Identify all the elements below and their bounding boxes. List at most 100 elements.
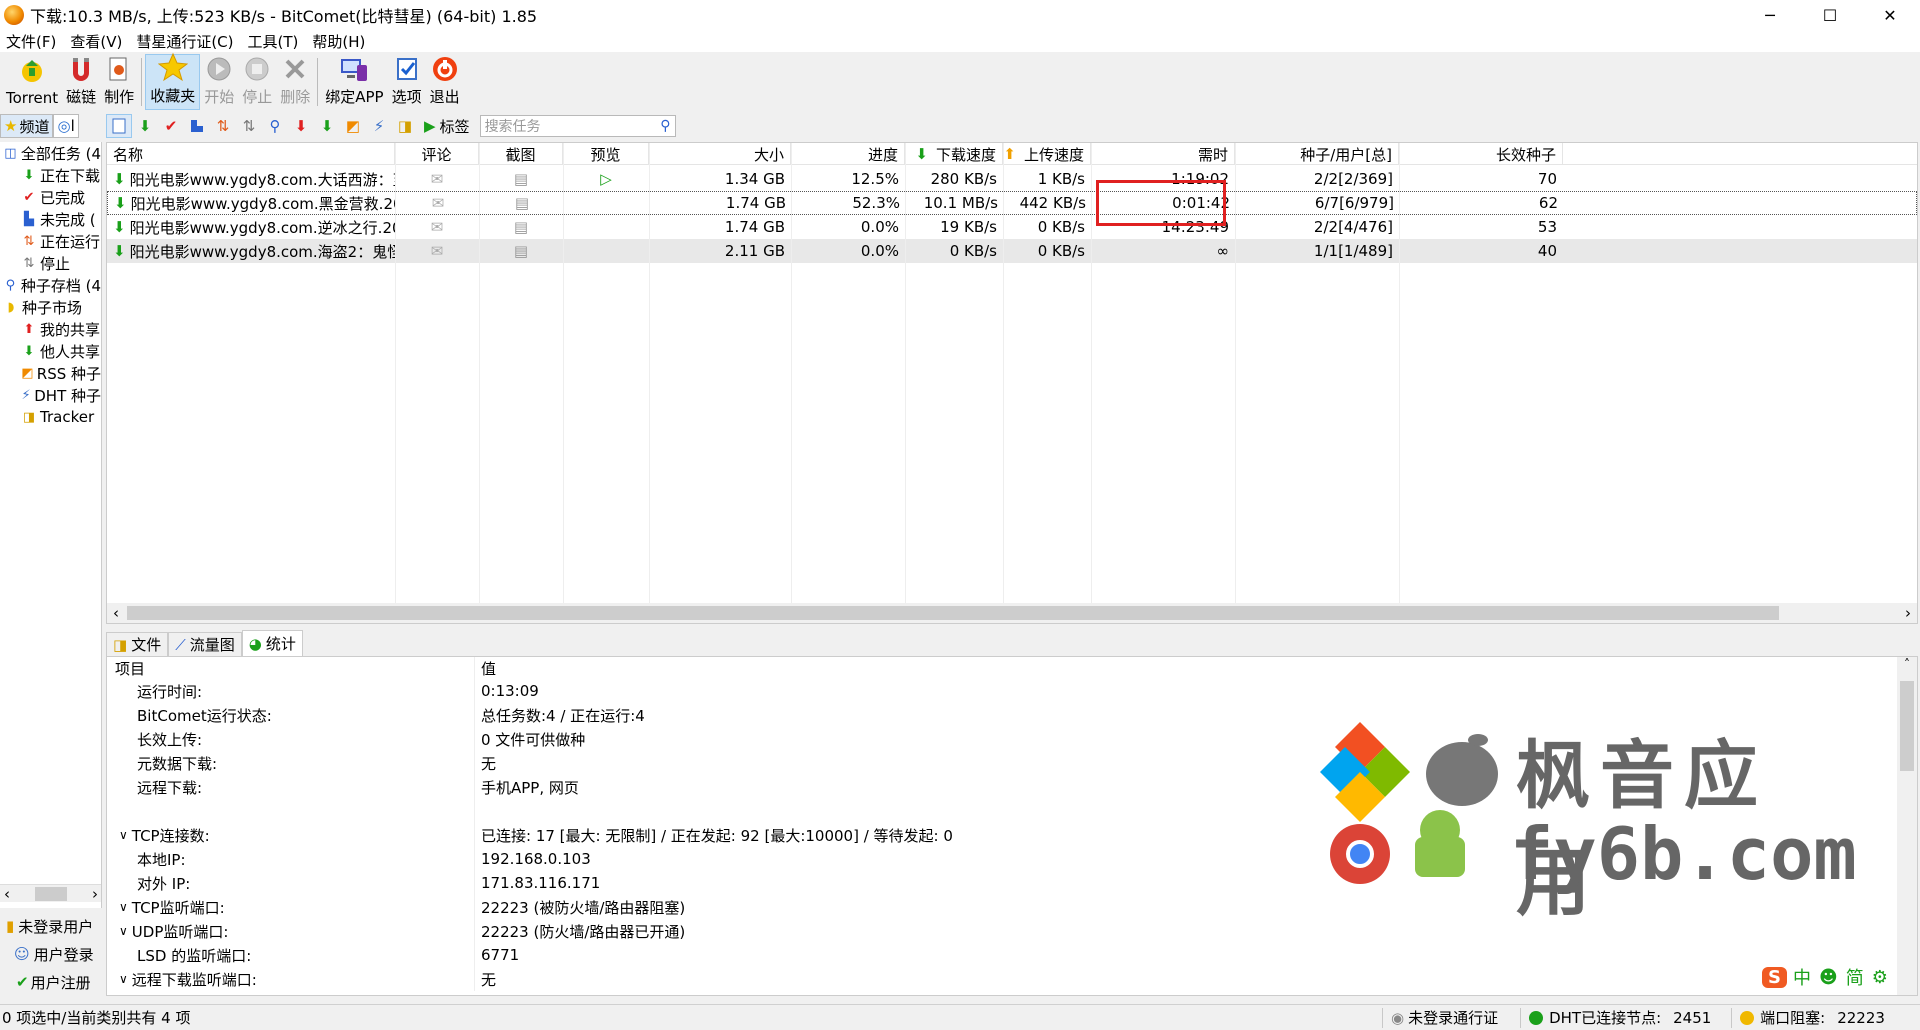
sidebar-item[interactable]: ◩ RSS 种子	[0, 362, 101, 384]
sidebar-item[interactable]: ⬇ 正在下载	[0, 164, 101, 186]
delete-button[interactable]: 删除	[276, 54, 314, 110]
column-header-name[interactable]: 名称	[107, 143, 395, 165]
statistics-row[interactable]: 运行时间: 0:13:09	[107, 679, 1917, 703]
bind-app-button[interactable]: 绑定APP	[321, 54, 387, 110]
task-cell-preview[interactable]	[564, 191, 650, 215]
ime-emoji-icon[interactable]: ☻	[1819, 967, 1838, 988]
task-cell-preview[interactable]	[563, 239, 649, 263]
task-cell-screenshot[interactable]: ▤	[479, 239, 563, 263]
make-torrent-button[interactable]: 制作	[100, 54, 138, 110]
column-header-download-speed[interactable]: ⬇ 下载速度	[905, 143, 1003, 165]
tag-button[interactable]: ▶ 标签	[424, 116, 470, 137]
task-row[interactable]: ⬇阳光电影www.ygdy8.com.大话西游：至尊宝.... ✉ ▤ ▷ 1.34 G…	[107, 167, 1917, 191]
sidebar-item[interactable]: ⬇ 他人共享	[0, 340, 101, 362]
rss-filter-icon[interactable]: ◩	[340, 114, 366, 138]
sidebar-hscrollbar[interactable]: ‹ ›	[0, 884, 101, 903]
task-list-scroll-thumb[interactable]	[127, 606, 1779, 620]
column-header-size[interactable]: 大小	[649, 143, 791, 165]
start-button[interactable]: 开始	[200, 54, 238, 110]
ime-toolbar[interactable]: S 中 ☻ 简 ⚙	[1758, 960, 1892, 994]
tracker-filter-icon[interactable]: ◨	[392, 114, 418, 138]
search-icon[interactable]: ⚲	[660, 118, 670, 134]
task-cell-comment[interactable]: ✉	[395, 239, 479, 263]
exit-button[interactable]: 退出	[426, 54, 464, 110]
chevron-down-icon[interactable]: ∨	[119, 900, 128, 914]
column-header-eta[interactable]: 需时	[1091, 143, 1235, 165]
maximize-button[interactable]: ☐	[1800, 0, 1860, 30]
statistics-row[interactable]: ∨ TCP监听端口: 22223 (被防火墙/路由器阻塞)	[107, 895, 1917, 919]
search-input[interactable]: 搜索任务 ⚲	[479, 115, 676, 137]
column-value[interactable]: 值	[475, 658, 496, 679]
statistics-row[interactable]: 元数据下载: 无	[107, 751, 1917, 775]
task-list-hscrollbar[interactable]: ‹ ›	[107, 603, 1917, 623]
ime-settings-icon[interactable]: ⚙	[1872, 967, 1888, 988]
column-header-long-seeds[interactable]: 长效种子	[1399, 143, 1563, 165]
task-row[interactable]: ⬇阳光电影www.ygdy8.com.黑金营救.2022.BD.... ✉ ▤ 1.7…	[107, 191, 1917, 215]
statistics-scroll-thumb[interactable]	[1900, 681, 1914, 771]
task-cell-screenshot[interactable]: ▤	[479, 167, 563, 191]
register-button[interactable]: ✔ 用户注册	[0, 968, 102, 996]
statistics-row[interactable]: ∨ TCP连接数: 已连接: 17 [最大: 无限制] / 正在发起: 92 [最大…	[107, 823, 1917, 847]
menu-tools[interactable]: 工具(T)	[248, 31, 299, 52]
sidebar-item[interactable]: ◫ 全部任务 (4	[0, 142, 101, 164]
tab-traffic[interactable]: ⟋ 流量图	[168, 632, 242, 656]
stop-button[interactable]: 停止	[238, 54, 276, 110]
sidebar-item[interactable]: ⚡ DHT 种子	[0, 384, 101, 406]
sidebar-item[interactable]: ▙ 未完成 (	[0, 208, 101, 230]
task-cell-comment[interactable]: ✉	[395, 167, 479, 191]
sidebar-item[interactable]: ⇅ 正在运行	[0, 230, 101, 252]
column-header-progress[interactable]: 进度	[791, 143, 905, 165]
statistics-row[interactable]: 对外 IP: 171.83.116.171	[107, 871, 1917, 895]
chevron-down-icon[interactable]: ∨	[119, 828, 128, 842]
task-row[interactable]: ⬇阳光电影www.ygdy8.com.逆冰之行.2022.BD.... ✉ ▤ 1.7…	[107, 215, 1917, 239]
sidebar-item[interactable]: ⇅ 停止	[0, 252, 101, 274]
task-cell-comment[interactable]: ✉	[396, 191, 480, 215]
running-filter-icon[interactable]: ⇅	[210, 114, 236, 138]
tab-channels[interactable]: ★ 频道	[0, 114, 54, 138]
task-cell-screenshot[interactable]: ▤	[480, 191, 564, 215]
column-header-screenshot[interactable]: 截图	[479, 143, 563, 165]
task-row[interactable]: ⬇阳光电影www.ygdy8.com.海盗2：鬼怪的旗帜.... ✉ ▤ 2.11 G…	[107, 239, 1917, 263]
task-cell-preview[interactable]	[563, 215, 649, 239]
column-header-peers[interactable]: 种子/用户[总]	[1235, 143, 1399, 165]
scroll-right-icon[interactable]: ›	[92, 885, 98, 903]
task-cell-preview[interactable]: ▷	[563, 167, 649, 191]
statistics-row[interactable]: LSD 的监听端口: 6771	[107, 943, 1917, 967]
stopped-filter-icon[interactable]: ⇅	[236, 114, 262, 138]
close-button[interactable]: ✕	[1860, 0, 1920, 30]
download-filter-icon[interactable]: ⬇	[132, 114, 158, 138]
statistics-row[interactable]: 长效上传: 0 文件可供做种	[107, 727, 1917, 751]
column-header-comment[interactable]: 评论	[395, 143, 479, 165]
minimize-button[interactable]: ─	[1740, 0, 1800, 30]
statistics-row[interactable]: BitComet运行状态: 总任务数:4 / 正在运行:4	[107, 703, 1917, 727]
sidebar-item[interactable]: ✔ 已完成	[0, 186, 101, 208]
statistics-row[interactable]: 本地IP: 192.168.0.103	[107, 847, 1917, 871]
sidebar-item[interactable]: ◗ 种子市场	[0, 296, 101, 318]
all-filter-icon[interactable]	[106, 114, 132, 138]
menu-help[interactable]: 帮助(H)	[312, 31, 365, 52]
sidebar-scroll-thumb[interactable]	[35, 886, 67, 901]
login-button[interactable]: ☺ 用户登录	[0, 940, 102, 968]
menu-passport[interactable]: 彗星通行证(C)	[136, 31, 233, 52]
open-torrent-button[interactable]: Torrent	[2, 54, 62, 110]
incomplete-filter-icon[interactable]	[184, 114, 210, 138]
column-item[interactable]: 项目	[107, 657, 475, 679]
statistics-row[interactable]: ∨ 远程下载监听端口: 无	[107, 967, 1917, 991]
favorites-button[interactable]: 收藏夹	[145, 52, 201, 110]
statistics-row[interactable]	[107, 799, 1917, 823]
task-cell-comment[interactable]: ✉	[395, 215, 479, 239]
ime-chinese-mode[interactable]: 中	[1793, 964, 1811, 990]
sidebar-item[interactable]: ◨ Tracker	[0, 406, 101, 428]
magnet-link-button[interactable]: 磁链	[62, 54, 100, 110]
column-header-upload-speed[interactable]: ⬆ 上传速度	[1003, 143, 1091, 165]
options-button[interactable]: 选项	[388, 54, 426, 110]
tab-files[interactable]: ◨ 文件	[106, 632, 169, 656]
task-cell-screenshot[interactable]: ▤	[479, 215, 563, 239]
menu-file[interactable]: 文件(F)	[6, 31, 56, 52]
scroll-left-icon[interactable]: ‹	[4, 885, 10, 903]
statistics-row[interactable]: 远程下载: 手机APP, 网页	[107, 775, 1917, 799]
menu-view[interactable]: 查看(V)	[70, 31, 122, 52]
statistics-vscrollbar[interactable]: ˄	[1897, 657, 1917, 995]
sidebar-item[interactable]: ⬆ 我的共享	[0, 318, 101, 340]
ime-simplified[interactable]: 简	[1846, 964, 1864, 990]
